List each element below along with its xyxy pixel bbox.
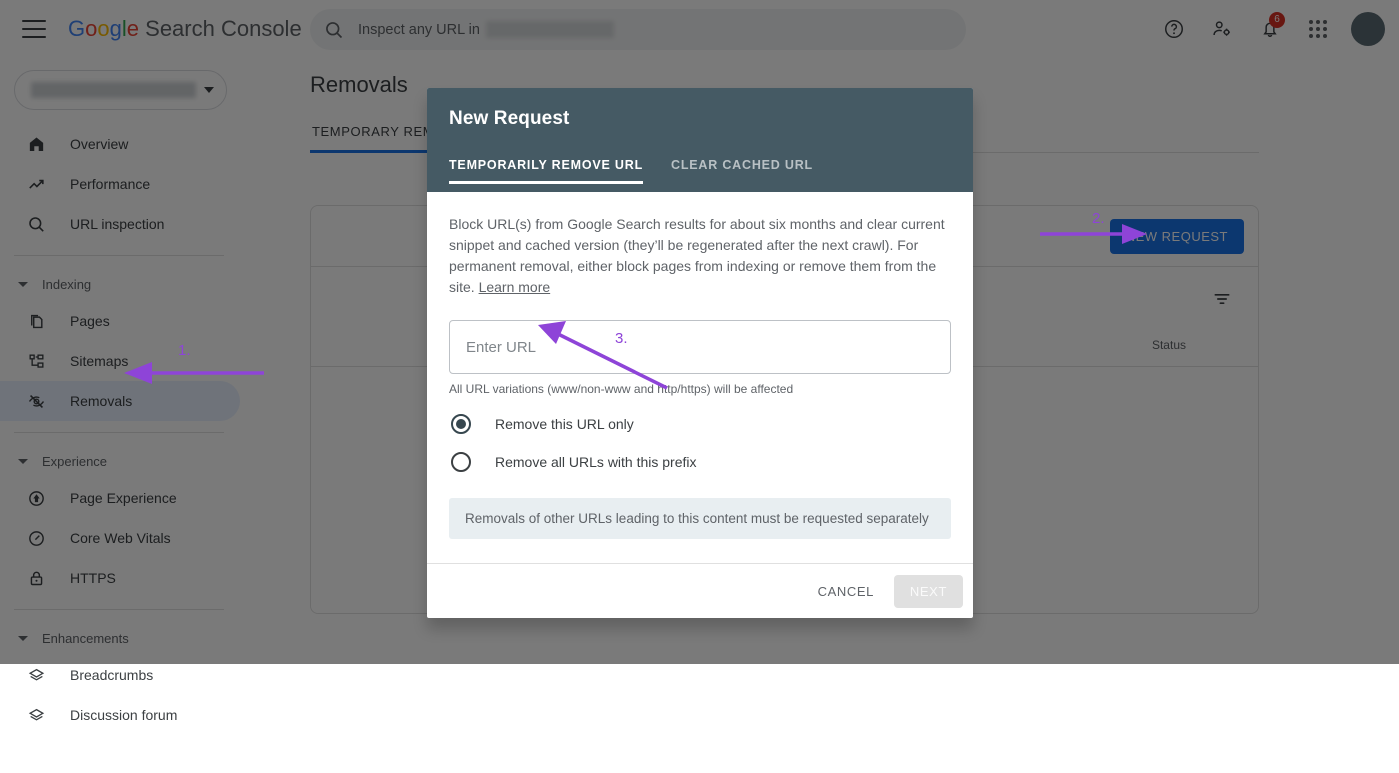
cancel-button[interactable]: CANCEL	[804, 575, 888, 608]
tab-clear-cached-url[interactable]: CLEAR CACHED URL	[671, 158, 813, 184]
info-notice: Removals of other URLs leading to this c…	[449, 498, 951, 539]
next-button: NEXT	[894, 575, 963, 608]
sidebar-item-discussion-forum[interactable]: Discussion forum	[0, 695, 240, 735]
url-input[interactable]: Enter URL	[449, 320, 951, 374]
sidebar-item-label: Discussion forum	[70, 707, 177, 723]
layers-icon	[24, 703, 48, 727]
radio-button-selected	[451, 414, 471, 434]
layers-icon	[24, 663, 48, 687]
url-input-placeholder: Enter URL	[466, 339, 536, 356]
url-hint: All URL variations (www/non-www and http…	[449, 382, 951, 396]
dialog-title: New Request	[449, 108, 951, 130]
dialog-description: Block URL(s) from Google Search results …	[449, 214, 951, 298]
learn-more-link[interactable]: Learn more	[479, 279, 551, 295]
radio-remove-all-urls-with-prefix[interactable]: Remove all URLs with this prefix	[449, 452, 951, 472]
dialog-header: New Request TEMPORARILY REMOVE URL CLEAR…	[427, 88, 973, 192]
dialog-footer: CANCEL NEXT	[427, 563, 973, 618]
dialog-body: Block URL(s) from Google Search results …	[427, 192, 973, 539]
sidebar-item-label: Breadcrumbs	[70, 667, 153, 683]
radio-label: Remove all URLs with this prefix	[495, 454, 697, 470]
dialog-tabs: TEMPORARILY REMOVE URL CLEAR CACHED URL	[449, 158, 951, 184]
new-request-dialog: New Request TEMPORARILY REMOVE URL CLEAR…	[427, 88, 973, 618]
radio-label: Remove this URL only	[495, 416, 634, 432]
tab-temporarily-remove-url[interactable]: TEMPORARILY REMOVE URL	[449, 158, 643, 184]
radio-remove-this-url-only[interactable]: Remove this URL only	[449, 414, 951, 434]
radio-button-unselected	[451, 452, 471, 472]
